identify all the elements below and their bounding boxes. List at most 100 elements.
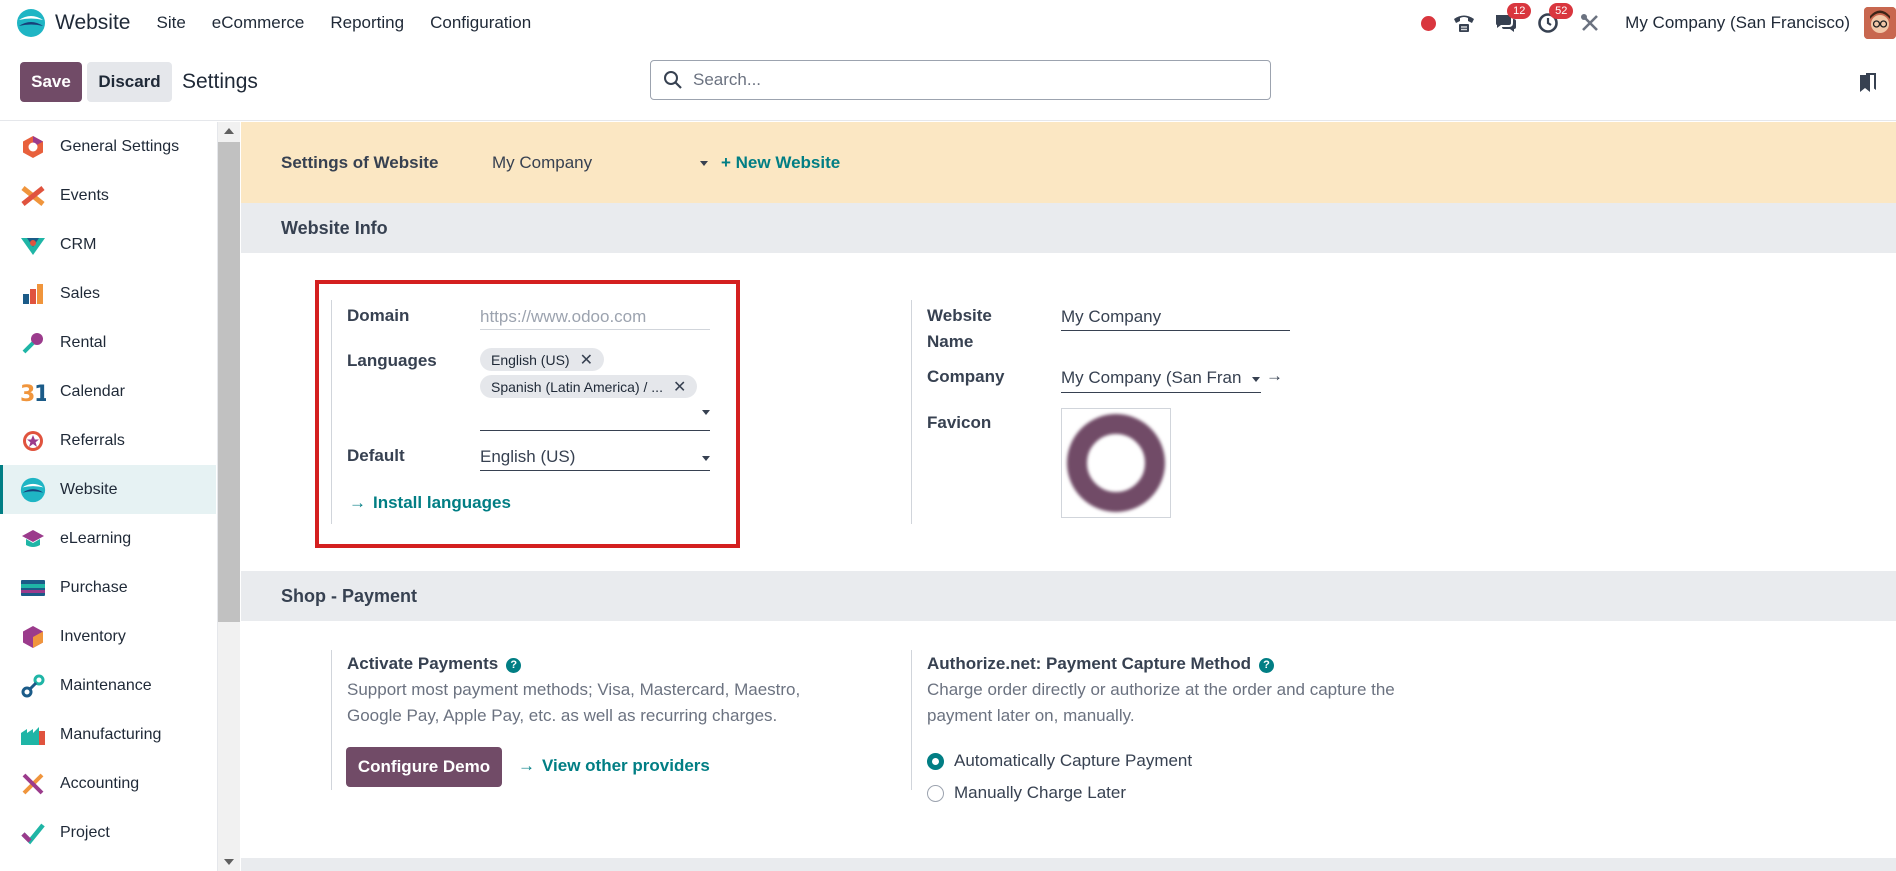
user-avatar[interactable] bbox=[1864, 7, 1896, 39]
chevron-down-icon bbox=[700, 161, 708, 166]
website-name-input[interactable]: My Company bbox=[1061, 307, 1161, 327]
menu-site[interactable]: Site bbox=[156, 13, 185, 33]
sidebar-item-label: Inventory bbox=[60, 627, 126, 645]
settings-of-website-label: Settings of Website bbox=[281, 153, 439, 172]
sidebar-item-label: eLearning bbox=[60, 529, 132, 547]
description-line: payment later on, manually. bbox=[927, 706, 1135, 725]
website-app-icon bbox=[17, 9, 45, 37]
rental-icon bbox=[20, 330, 46, 356]
save-button[interactable]: Save bbox=[20, 62, 82, 102]
website-icon bbox=[20, 477, 46, 503]
sidebar-item-label: Referrals bbox=[60, 431, 125, 449]
sidebar-item-label: Website bbox=[60, 480, 118, 498]
radio-automatic-capture[interactable]: Automatically Capture Payment bbox=[927, 751, 1227, 773]
website-select[interactable]: My Company bbox=[492, 153, 708, 173]
sidebar-item-website[interactable]: Website bbox=[0, 465, 216, 514]
sidebar-item-events[interactable]: Events bbox=[0, 171, 216, 220]
column-divider bbox=[911, 300, 912, 524]
sidebar-item-referrals[interactable]: Referrals bbox=[0, 416, 216, 465]
systray: 12 52 My Company (San Francisco) bbox=[1421, 0, 1896, 46]
menu-configuration[interactable]: Configuration bbox=[430, 13, 531, 33]
sidebar-item-label: General Settings bbox=[60, 137, 180, 155]
website-select-value: My Company bbox=[492, 153, 593, 172]
sidebar-item-accounting[interactable]: Accounting bbox=[0, 759, 216, 808]
recording-indicator-icon[interactable] bbox=[1421, 15, 1437, 31]
phone-icon[interactable] bbox=[1451, 10, 1477, 36]
svg-text:1: 1 bbox=[34, 382, 46, 404]
company-label: Company bbox=[927, 367, 1005, 386]
website-info-header: Website Info bbox=[241, 203, 1896, 253]
tools-icon[interactable] bbox=[1577, 10, 1603, 36]
app-name: Website bbox=[55, 11, 131, 34]
sidebar-item-purchase[interactable]: Purchase bbox=[0, 563, 216, 612]
view-other-providers-link[interactable]: → View other providers bbox=[518, 756, 710, 776]
sidebar-item-elearning[interactable]: eLearning bbox=[0, 514, 216, 563]
search-bar[interactable] bbox=[650, 60, 1271, 100]
sidebar-item-project[interactable]: Project bbox=[0, 808, 216, 857]
company-switcher[interactable]: My Company (San Francisco) bbox=[1625, 13, 1850, 33]
search-input[interactable] bbox=[693, 70, 1253, 90]
website-selector-bar: Settings of Website My Company + New Web… bbox=[241, 122, 1896, 203]
chat-icon[interactable]: 12 bbox=[1493, 3, 1532, 36]
events-icon bbox=[20, 183, 46, 209]
sidebar-item-label: Sales bbox=[60, 284, 101, 302]
help-question-icon[interactable]: ? bbox=[506, 658, 522, 673]
new-website-link[interactable]: + New Website bbox=[721, 153, 840, 173]
open-company-arrow-icon[interactable]: → bbox=[1266, 366, 1283, 386]
next-section-header bbox=[241, 858, 1896, 871]
shop-payment-header: Shop - Payment bbox=[241, 571, 1896, 621]
control-panel: Save Discard Settings bbox=[0, 46, 1896, 121]
favicon-ring-icon bbox=[1067, 414, 1165, 512]
discard-button[interactable]: Discard bbox=[87, 62, 172, 102]
arrow-right-icon: → bbox=[518, 756, 535, 775]
menu-ecommerce[interactable]: eCommerce bbox=[212, 13, 305, 33]
company-select[interactable]: My Company (San Franc bbox=[1061, 368, 1261, 390]
column-divider bbox=[911, 650, 912, 790]
website-name-label-line2: Name bbox=[927, 332, 974, 351]
sidebar-item-label: Events bbox=[60, 186, 109, 204]
sidebar-item-label: Calendar bbox=[60, 382, 125, 400]
activate-payments-title: Activate Payments? bbox=[347, 654, 522, 674]
sidebar-item-crm[interactable]: CRM bbox=[0, 220, 216, 269]
top-navbar: Website Site eCommerce Reporting Configu… bbox=[0, 0, 1896, 46]
page-title: Settings bbox=[182, 70, 258, 93]
sidebar-item-sales[interactable]: Sales bbox=[0, 269, 216, 318]
scroll-down-arrow-icon[interactable] bbox=[224, 859, 234, 865]
app-brand[interactable]: Website bbox=[16, 8, 130, 38]
company-value: My Company (San Franc bbox=[1061, 368, 1241, 387]
sidebar-item-label: Purchase bbox=[60, 578, 128, 596]
help-question-icon[interactable]: ? bbox=[1258, 658, 1274, 673]
activity-clock-icon[interactable]: 52 bbox=[1535, 3, 1574, 36]
activity-badge: 52 bbox=[1549, 3, 1574, 19]
sidebar-item-rental[interactable]: Rental bbox=[0, 318, 216, 367]
scrollbar-thumb[interactable] bbox=[218, 142, 240, 622]
section-title: Shop - Payment bbox=[281, 586, 418, 606]
scroll-up-arrow-icon[interactable] bbox=[224, 128, 234, 134]
bookmark-icon[interactable] bbox=[1858, 72, 1878, 94]
referrals-icon bbox=[20, 428, 46, 454]
capture-method-description: Charge order directly or authorize at th… bbox=[927, 677, 1395, 729]
sidebar-item-manufacturing[interactable]: Manufacturing bbox=[0, 710, 216, 759]
sidebar-item-general-settings[interactable]: General Settings bbox=[0, 122, 216, 171]
configure-demo-button[interactable]: Configure Demo bbox=[346, 747, 502, 787]
view-providers-label: View other providers bbox=[542, 756, 710, 775]
project-icon bbox=[20, 820, 46, 846]
sidebar-scrollbar[interactable] bbox=[218, 122, 240, 871]
radio-label: Automatically Capture Payment bbox=[954, 751, 1193, 770]
main-menu: Site eCommerce Reporting Configuration bbox=[156, 13, 557, 33]
favicon-image[interactable] bbox=[1061, 408, 1171, 518]
section-title: Website Info bbox=[281, 218, 388, 238]
menu-reporting[interactable]: Reporting bbox=[330, 13, 404, 33]
radio-manual-charge[interactable]: Manually Charge Later bbox=[927, 783, 1227, 805]
capture-method-title: Authorize.net: Payment Capture Method? bbox=[927, 654, 1274, 674]
activate-payments-description: Support most payment methods; Visa, Mast… bbox=[347, 677, 800, 729]
sidebar-item-label: Accounting bbox=[60, 774, 140, 792]
elearning-icon bbox=[20, 526, 46, 552]
favicon-label: Favicon bbox=[927, 413, 992, 432]
sales-icon bbox=[20, 281, 46, 307]
sidebar-item-calendar[interactable]: 31 Calendar bbox=[0, 367, 216, 416]
description-line: Support most payment methods; Visa, Mast… bbox=[347, 680, 801, 699]
sidebar-item-inventory[interactable]: Inventory bbox=[0, 612, 216, 661]
sidebar-item-maintenance[interactable]: Maintenance bbox=[0, 661, 216, 710]
highlight-annotation-box bbox=[315, 280, 740, 548]
